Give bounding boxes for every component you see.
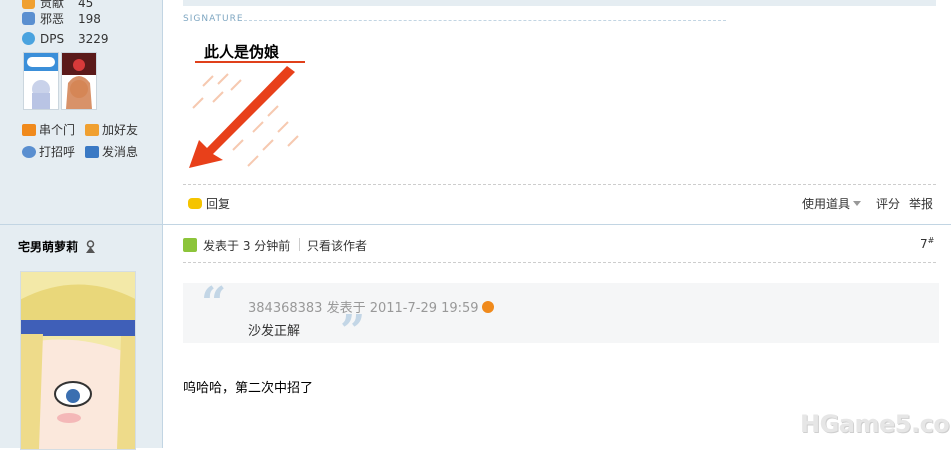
reply-button[interactable]: 回复	[188, 195, 230, 212]
post-time: 发表于 3 分钟前	[203, 239, 291, 253]
avatar-image	[21, 272, 135, 449]
star-icon	[22, 32, 35, 45]
greet-icon	[22, 146, 36, 158]
handshake-icon	[85, 124, 99, 136]
chevron-down-icon	[853, 201, 862, 206]
post-separator	[0, 224, 951, 225]
home-icon	[22, 124, 36, 136]
back-to-post-icon[interactable]	[481, 301, 494, 313]
message-icon	[85, 146, 99, 158]
quote-author: 384368383 发表于 2011-7-29 19:59	[248, 297, 494, 316]
only-author-link[interactable]: 只看该作者	[307, 237, 367, 254]
add-friend-button[interactable]: 加好友	[85, 121, 138, 138]
post-footer-bar	[183, 0, 936, 6]
divider	[183, 184, 936, 185]
post-content: 呜哈哈，第二次中招了	[183, 381, 314, 396]
avatar[interactable]	[20, 271, 136, 450]
visit-button[interactable]: 串个门	[22, 121, 75, 138]
signature-arrow-image	[189, 61, 305, 168]
greet-button[interactable]: 打招呼	[22, 143, 75, 160]
signature-divider	[244, 20, 726, 21]
stat-dps: DPS 3229	[22, 30, 109, 48]
medal-character-icon	[62, 53, 96, 109]
divider	[299, 238, 300, 251]
floor-number[interactable]: 7#	[920, 236, 934, 251]
medal-badge[interactable]	[61, 52, 97, 110]
site-watermark: HGame5.com	[800, 410, 951, 438]
contribution-icon	[22, 0, 35, 9]
evil-icon	[22, 12, 35, 25]
post-status-icon	[183, 238, 197, 252]
reply-icon	[188, 198, 202, 209]
stat-evil: 邪恶 198	[22, 10, 101, 28]
use-item-dropdown[interactable]: 使用道具	[802, 195, 862, 212]
gender-icon	[86, 240, 96, 253]
send-message-button[interactable]: 发消息	[85, 143, 138, 160]
medal-sola-icon	[24, 53, 58, 109]
medal-badge[interactable]	[23, 52, 59, 110]
signature-label: SIGNATURE	[183, 14, 244, 24]
divider	[183, 262, 936, 263]
report-button[interactable]: 举报	[909, 195, 933, 212]
open-quote-icon: “	[201, 278, 227, 329]
author-name[interactable]: 宅男萌萝莉	[18, 238, 96, 255]
quote-text: 沙发正解	[248, 324, 301, 339]
rate-button[interactable]: 评分	[876, 195, 900, 212]
